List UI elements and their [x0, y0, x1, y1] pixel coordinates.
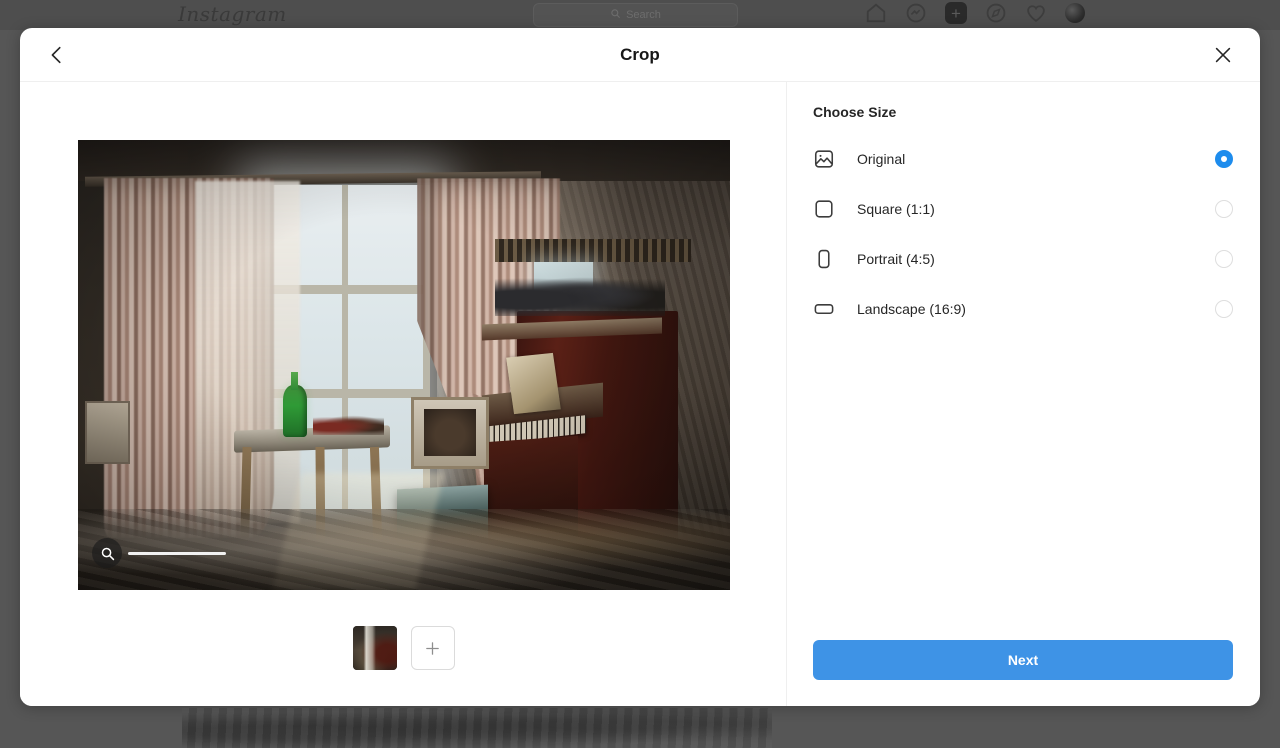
radio-square[interactable] [1215, 200, 1233, 218]
add-media-button[interactable] [410, 626, 455, 670]
radio-landscape[interactable] [1215, 300, 1233, 318]
thumbnail-strip [20, 626, 787, 670]
square-icon [813, 198, 835, 220]
modal-header: Crop [20, 28, 1260, 82]
size-option-label: Original [857, 151, 906, 167]
chevron-left-icon [46, 44, 68, 66]
size-option-label: Landscape (16:9) [857, 301, 966, 317]
next-button[interactable]: Next [813, 640, 1233, 680]
plus-icon [424, 640, 441, 657]
profile-avatar[interactable] [1065, 3, 1085, 23]
zoom-slider-track[interactable] [128, 551, 226, 555]
choose-size-pane: Choose Size Original Square (1:1) Portra… [787, 82, 1259, 706]
instagram-navbar: Instagram Search + [0, 0, 1280, 30]
close-button[interactable] [1206, 38, 1240, 72]
size-option-label: Portrait (4:5) [857, 251, 935, 267]
size-option-square[interactable]: Square (1:1) [813, 184, 1233, 234]
zoom-button[interactable] [92, 538, 122, 568]
landscape-rect-icon [813, 298, 835, 320]
photo-preview[interactable] [78, 140, 730, 590]
page-title: Crop [620, 44, 660, 64]
close-icon [1212, 44, 1234, 66]
search-input[interactable]: Search [533, 3, 738, 27]
instagram-logo[interactable]: Instagram [178, 2, 287, 26]
choose-size-title: Choose Size [813, 104, 897, 120]
navbar-icons: + [865, 2, 1085, 24]
search-icon [610, 6, 621, 24]
photo-image-abandoned-room [78, 140, 730, 590]
search-placeholder-text: Search [626, 9, 661, 21]
explore-compass-icon[interactable] [985, 2, 1007, 24]
crop-modal: Crop Choose Size Original Square (1:1) P… [20, 28, 1260, 706]
background-feed-post-image [182, 708, 772, 748]
size-option-landscape[interactable]: Landscape (16:9) [813, 284, 1233, 334]
messenger-icon[interactable] [905, 2, 927, 24]
media-thumbnail-1[interactable] [352, 626, 397, 670]
radio-portrait[interactable] [1215, 250, 1233, 268]
size-option-portrait[interactable]: Portrait (4:5) [813, 234, 1233, 284]
back-button[interactable] [40, 38, 74, 72]
home-icon[interactable] [865, 2, 887, 24]
size-option-label: Square (1:1) [857, 201, 935, 217]
zoom-control[interactable] [92, 538, 226, 568]
size-option-original[interactable]: Original [813, 134, 1233, 184]
photo-icon [813, 148, 835, 170]
heart-activity-icon[interactable] [1025, 2, 1047, 24]
photo-editor-pane [20, 82, 787, 706]
modal-body: Choose Size Original Square (1:1) Portra… [20, 82, 1260, 706]
radio-original[interactable] [1215, 150, 1233, 168]
create-post-icon[interactable]: + [945, 2, 967, 24]
portrait-rect-icon [813, 248, 835, 270]
magnifier-icon [100, 546, 115, 561]
size-option-list: Original Square (1:1) Portrait (4:5) Lan… [813, 134, 1233, 334]
